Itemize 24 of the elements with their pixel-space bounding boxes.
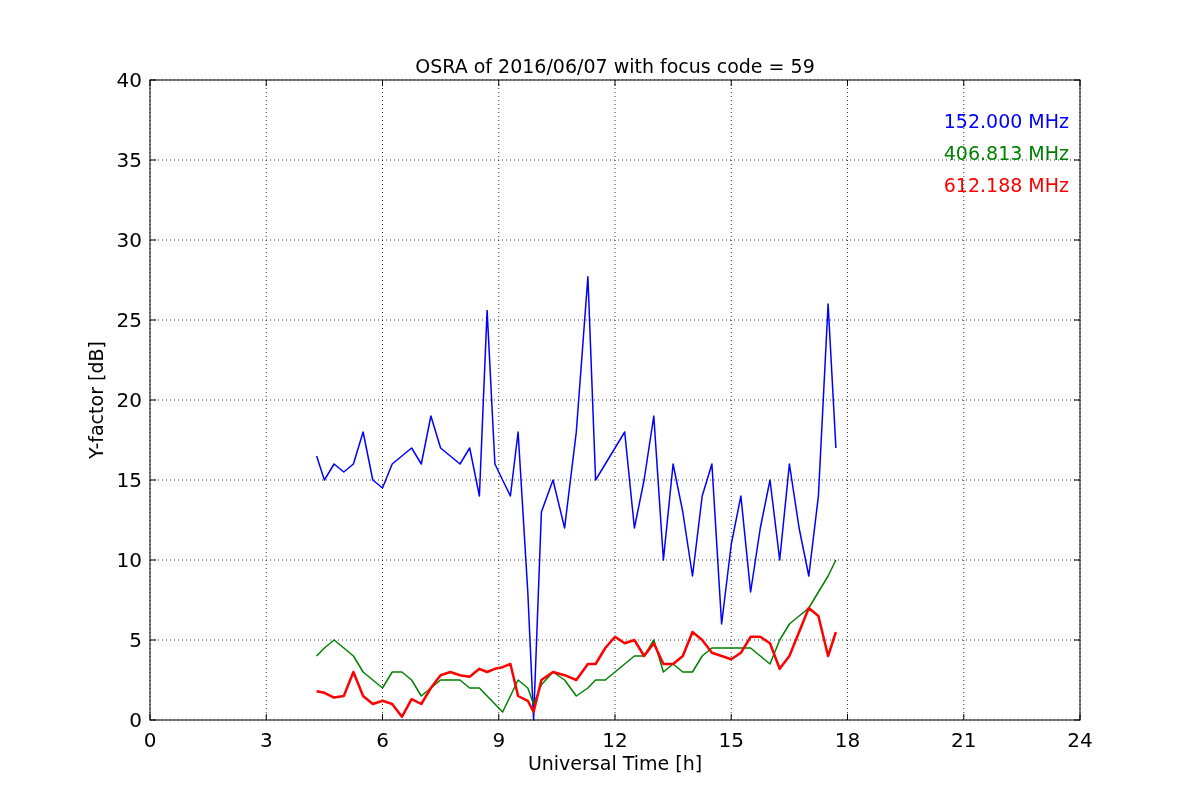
x-tick-label: 9 (492, 728, 506, 752)
y-tick-label: 5 (129, 628, 142, 652)
y-tick-label: 10 (116, 548, 142, 572)
y-axis-label: Y-factor [dB] (85, 341, 107, 459)
x-tick-label: 15 (718, 728, 744, 752)
x-tick-label: 12 (602, 728, 628, 752)
x-tick-label: 0 (143, 728, 157, 752)
y-tick-label: 25 (116, 308, 142, 332)
y-tick-label: 40 (116, 68, 142, 92)
y-tick-label: 20 (116, 388, 142, 412)
x-tick-label: 21 (951, 728, 977, 752)
legend-label: 406.813 MHz (943, 142, 1069, 164)
y-tick-label: 0 (129, 708, 142, 732)
x-tick-label: 6 (376, 728, 389, 752)
x-axis-label: Universal Time [h] (527, 752, 703, 774)
y-tick-label: 15 (116, 468, 142, 492)
legend-label: 612.188 MHz (943, 174, 1069, 196)
y-tick-label: 30 (116, 228, 142, 252)
x-tick-label: 24 (1067, 728, 1093, 752)
y-tick-label: 35 (116, 148, 142, 172)
x-tick-label: 3 (259, 728, 273, 752)
legend-label: 152.000 MHz (943, 110, 1069, 132)
x-tick-label: 18 (834, 728, 861, 752)
chart-title: OSRA of 2016/06/07 with focus code = 59 (415, 55, 815, 77)
